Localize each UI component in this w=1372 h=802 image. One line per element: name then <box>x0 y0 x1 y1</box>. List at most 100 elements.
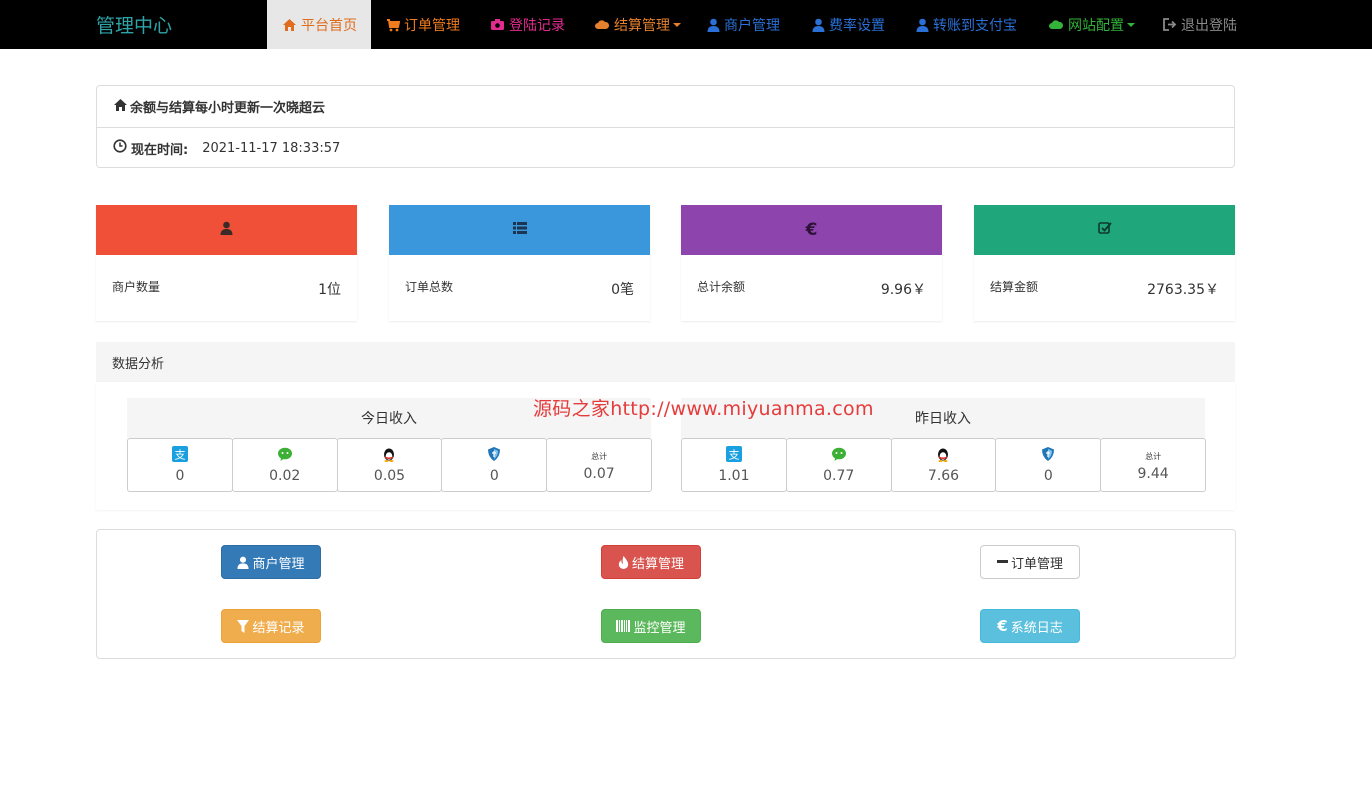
income-cell-alipay: 支 1.01 <box>681 438 787 492</box>
income-cell-qq: 0.05 <box>336 438 443 492</box>
euro-icon: € <box>805 220 818 240</box>
chevron-down-icon <box>673 22 681 27</box>
stat-card-balance: € 总计余额 9.96￥ <box>681 205 942 321</box>
wechat-icon <box>277 446 293 466</box>
button-label: 结算管理 <box>631 556 684 572</box>
current-time-row: 现在时间: 2021-11-17 18:33:57 <box>97 127 1234 168</box>
button-label: 监控管理 <box>633 620 686 636</box>
euro-icon: € <box>997 617 1008 635</box>
nav-item-label: 商户管理 <box>724 17 780 34</box>
notice-text: 余额与结算每小时更新一次晓超云 <box>130 101 326 116</box>
chevron-down-icon <box>1127 22 1135 27</box>
income-value: 0.05 <box>373 468 406 484</box>
income-cell-wechat: 0.02 <box>231 438 338 492</box>
camera-icon <box>490 18 505 31</box>
svg-text:支: 支 <box>174 449 185 462</box>
system-log-button[interactable]: € 系统日志 <box>980 609 1080 643</box>
stat-card-merchants: 商户数量 1位 <box>96 205 357 321</box>
watermark-text: 源码之家http://www.miyuanma.com <box>533 398 874 420</box>
total-icon: 总计 <box>1145 451 1162 461</box>
user-icon <box>237 556 250 569</box>
nav-item-label: 退出登陆 <box>1181 17 1237 34</box>
time-value: 2021-11-17 18:33:57 <box>202 140 341 156</box>
settlement-management-button[interactable]: 结算管理 <box>601 545 701 579</box>
home-icon <box>282 18 297 32</box>
stat-card-header <box>96 205 357 255</box>
merchant-management-button[interactable]: 商户管理 <box>221 545 321 579</box>
income-cell-shield: 0 <box>441 438 548 492</box>
order-management-button[interactable]: 订单管理 <box>980 545 1080 579</box>
income-cell-qq: 7.66 <box>890 438 997 492</box>
nav-item-label: 费率设置 <box>829 17 885 34</box>
stat-value: 0笔 <box>611 282 634 298</box>
filter-icon <box>237 619 250 633</box>
nav-item-site-config[interactable]: 网站配置 <box>1033 0 1150 49</box>
stat-card-orders: 订单总数 0笔 <box>389 205 650 321</box>
income-cell-alipay: 支 0 <box>127 438 233 492</box>
nav-item-label: 网站配置 <box>1068 17 1124 34</box>
stat-card-header <box>974 205 1235 255</box>
stat-card-header: € <box>681 205 942 255</box>
minus-icon <box>996 560 1008 564</box>
button-label: 系统日志 <box>1010 620 1063 636</box>
time-label: 现在时间: <box>131 142 189 158</box>
nav-item-orders[interactable]: 订单管理 <box>371 0 475 49</box>
wechat-icon <box>831 446 847 466</box>
home-icon <box>113 98 128 116</box>
nav-item-label: 转账到支付宝 <box>933 17 1017 34</box>
total-icon: 总计 <box>591 451 608 461</box>
stat-label: 结算金额 <box>990 280 1039 294</box>
cloud-icon <box>1048 19 1064 30</box>
nav-item-label: 订单管理 <box>404 17 460 34</box>
nav-item-label: 登陆记录 <box>509 17 565 34</box>
income-cell-wechat: 0.77 <box>785 438 892 492</box>
qq-icon <box>381 446 397 466</box>
user-icon <box>220 221 233 239</box>
cart-icon <box>386 18 400 32</box>
brand-title[interactable]: 管理中心 <box>96 11 172 38</box>
analysis-title: 数据分析 <box>112 356 165 372</box>
shield-icon <box>1040 446 1056 466</box>
monitor-management-button[interactable]: 监控管理 <box>601 609 701 643</box>
alipay-icon: 支 <box>171 446 188 466</box>
barcode-icon <box>616 620 631 632</box>
nav-item-logout[interactable]: 退出登陆 <box>1147 0 1252 49</box>
income-value: 0.07 <box>583 466 615 482</box>
info-panel: 余额与结算每小时更新一次晓超云 现在时间: 2021-11-17 18:33:5… <box>96 85 1235 168</box>
stat-value: 9.96￥ <box>880 282 926 298</box>
nav-item-transfer-alipay[interactable]: 转账到支付宝 <box>901 0 1032 49</box>
update-notice: 余额与结算每小时更新一次晓超云 <box>97 86 1234 127</box>
user-icon <box>812 18 825 32</box>
user-icon <box>707 18 720 32</box>
logout-icon <box>1162 18 1177 31</box>
income-value: 9.44 <box>1137 466 1169 482</box>
income-value: 7.66 <box>927 468 960 484</box>
quick-actions-panel: 商户管理 结算管理 订单管理 结算记录 监控管理 € 系统日志 <box>96 529 1236 659</box>
top-navbar: 管理中心 平台首页 订单管理 登陆记录 结算管理 商户管理 费率设置 转账到支付… <box>0 0 1372 49</box>
stat-value: 1位 <box>318 282 341 298</box>
button-label: 商户管理 <box>252 556 305 572</box>
svg-text:支: 支 <box>728 449 739 462</box>
cloud-icon <box>594 19 610 30</box>
settlement-records-button[interactable]: 结算记录 <box>221 609 321 643</box>
nav-item-settlement[interactable]: 结算管理 <box>579 0 696 49</box>
income-cell-shield: 0 <box>995 438 1102 492</box>
qq-icon <box>935 446 951 466</box>
check-icon <box>1097 221 1112 239</box>
button-label: 订单管理 <box>1010 556 1063 572</box>
income-value: 0 <box>489 468 499 484</box>
alipay-icon: 支 <box>725 446 742 466</box>
nav-item-login-log[interactable]: 登陆记录 <box>475 0 580 49</box>
stat-label: 商户数量 <box>112 280 161 294</box>
nav-item-rate-settings[interactable]: 费率设置 <box>797 0 900 49</box>
stat-label: 订单总数 <box>405 280 454 294</box>
user-icon <box>916 18 929 32</box>
nav-item-label: 结算管理 <box>614 17 670 34</box>
income-cell-total: 总计 9.44 <box>1100 438 1206 492</box>
nav-item-home[interactable]: 平台首页 <box>267 0 371 49</box>
nav-item-label: 平台首页 <box>301 17 357 34</box>
income-value: 0 <box>175 468 185 484</box>
nav-item-merchants[interactable]: 商户管理 <box>692 0 795 49</box>
list-icon <box>512 222 527 238</box>
income-cell-total: 总计 0.07 <box>546 438 652 492</box>
